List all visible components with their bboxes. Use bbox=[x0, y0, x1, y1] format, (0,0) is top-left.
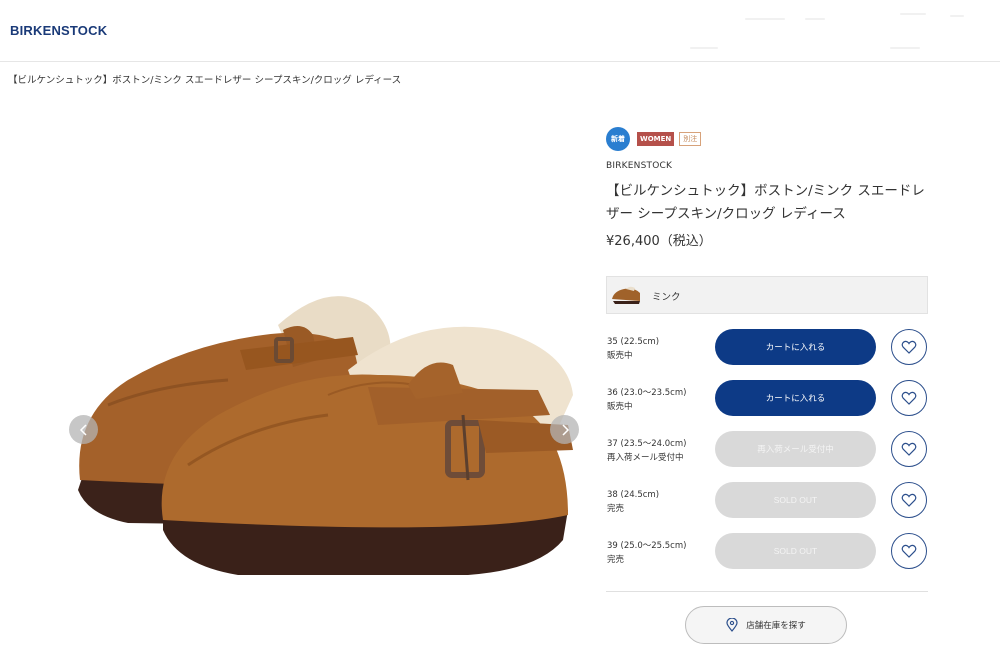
size-label: 36 (23.0〜23.5cm) 販売中 bbox=[607, 386, 686, 414]
add-to-cart-button[interactable]: カートに入れる bbox=[715, 329, 876, 365]
limited-badge: 別注 bbox=[679, 132, 702, 146]
divider bbox=[606, 591, 928, 592]
badge-group: 新着 WOMEN 別注 bbox=[606, 127, 702, 151]
header-faint-line bbox=[690, 47, 718, 49]
color-name: ミンク bbox=[652, 292, 681, 303]
size-value: 39 (25.0〜25.5cm) bbox=[607, 541, 687, 551]
color-selector[interactable]: ミンク bbox=[606, 276, 928, 314]
gallery-next-button[interactable] bbox=[550, 415, 579, 444]
product-brand[interactable]: BIRKENSTOCK bbox=[606, 161, 672, 171]
size-row: 35 (22.5cm) 販売中 カートに入れる bbox=[606, 329, 928, 373]
size-label: 35 (22.5cm) 販売中 bbox=[607, 335, 659, 363]
restock-notify-button[interactable]: 再入荷メール受付中 bbox=[715, 431, 876, 467]
product-price: ¥26,400（税込） bbox=[606, 234, 712, 249]
size-value: 38 (24.5cm) bbox=[607, 490, 660, 500]
find-store-stock-button[interactable]: 店舗在庫を探す bbox=[685, 606, 847, 644]
size-value: 36 (23.0〜23.5cm) bbox=[607, 388, 687, 398]
favorite-button[interactable] bbox=[891, 533, 927, 569]
size-row: 38 (24.5cm) 完売 SOLD OUT bbox=[606, 482, 928, 526]
women-badge: WOMEN bbox=[637, 132, 675, 146]
header-faint-line bbox=[890, 47, 920, 49]
size-row: 36 (23.0〜23.5cm) 販売中 カートに入れる bbox=[606, 380, 928, 424]
color-swatch-thumbnail bbox=[612, 286, 640, 304]
size-label: 38 (24.5cm) 完売 bbox=[607, 488, 659, 516]
size-value: 35 (22.5cm) bbox=[607, 337, 660, 347]
size-status: 再入荷メール受付中 bbox=[607, 453, 684, 463]
favorite-button[interactable] bbox=[891, 329, 927, 365]
header-faint-line bbox=[900, 13, 926, 15]
favorite-button[interactable] bbox=[891, 482, 927, 518]
heart-icon bbox=[901, 340, 917, 354]
chevron-right-icon bbox=[561, 423, 569, 436]
heart-icon bbox=[901, 493, 917, 507]
size-status: 販売中 bbox=[607, 351, 633, 361]
header-faint-line bbox=[805, 18, 825, 20]
size-status: 完売 bbox=[607, 555, 625, 565]
sold-out-button: SOLD OUT bbox=[715, 482, 876, 518]
size-status: 完売 bbox=[607, 504, 625, 514]
size-row: 39 (25.0〜25.5cm) 完売 SOLD OUT bbox=[606, 533, 928, 577]
size-label: 39 (25.0〜25.5cm) 完売 bbox=[607, 539, 686, 567]
heart-icon bbox=[901, 391, 917, 405]
size-label: 37 (23.5〜24.0cm) 再入荷メール受付中 bbox=[607, 437, 686, 465]
product-image bbox=[78, 296, 573, 575]
gallery-prev-button[interactable] bbox=[69, 415, 98, 444]
brand-logo[interactable]: BIRKENSTOCK bbox=[10, 23, 107, 38]
site-header: BIRKENSTOCK bbox=[0, 0, 1000, 62]
size-value: 37 (23.5〜24.0cm) bbox=[607, 439, 687, 449]
add-to-cart-button[interactable]: カートに入れる bbox=[715, 380, 876, 416]
size-status: 販売中 bbox=[607, 402, 633, 412]
chevron-left-icon bbox=[79, 423, 87, 436]
product-gallery bbox=[68, 125, 580, 645]
new-badge: 新着 bbox=[606, 127, 630, 151]
product-title: 【ビルケンシュトック】ボストン/ミンク スエードレザー シープスキン/クロッグ … bbox=[606, 183, 925, 222]
size-row: 37 (23.5〜24.0cm) 再入荷メール受付中 再入荷メール受付中 bbox=[606, 431, 928, 475]
favorite-button[interactable] bbox=[891, 380, 927, 416]
find-store-stock-label: 店舗在庫を探す bbox=[746, 621, 806, 631]
header-faint-line bbox=[745, 18, 785, 20]
header-faint-line bbox=[950, 15, 964, 17]
favorite-button[interactable] bbox=[891, 431, 927, 467]
location-pin-icon bbox=[726, 618, 738, 632]
sold-out-button: SOLD OUT bbox=[715, 533, 876, 569]
breadcrumb: 【ビルケンシュトック】ボストン/ミンク スエードレザー シープスキン/クロッグ … bbox=[8, 75, 402, 86]
heart-icon bbox=[901, 442, 917, 456]
heart-icon bbox=[901, 544, 917, 558]
